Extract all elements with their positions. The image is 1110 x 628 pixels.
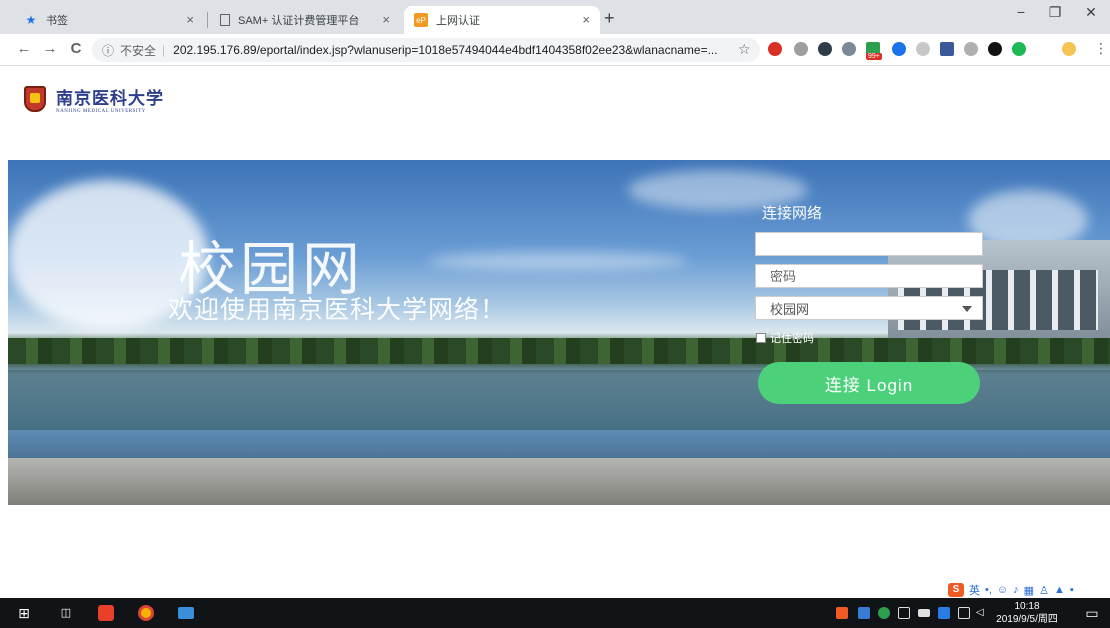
user-icon[interactable]: ♙ (1039, 584, 1049, 597)
close-window-button[interactable]: ✕ (1076, 4, 1106, 21)
username-input[interactable] (755, 232, 983, 256)
info-icon[interactable]: ⓘ (102, 42, 114, 59)
password-input[interactable] (755, 264, 983, 288)
star-icon: ★ (25, 13, 37, 27)
network-icon[interactable] (958, 607, 970, 619)
emoji-icon[interactable]: ☺ (997, 584, 1008, 596)
usb-icon[interactable] (898, 607, 910, 619)
close-icon[interactable]: × (382, 12, 390, 27)
chrome-icon[interactable] (138, 605, 154, 621)
cloud (428, 252, 688, 270)
ime-mode-label[interactable]: 英 (969, 582, 980, 598)
tab-sam-platform[interactable]: SAM+ 认证计费管理平台 × (210, 6, 400, 34)
tab-label: SAM+ 认证计费管理平台 (238, 15, 360, 27)
windows-taskbar: ⊞ ◫ ◁ 10:18 2019/9/5/周四 ▭ (0, 598, 1110, 628)
volume-icon[interactable]: ◁ (976, 607, 988, 619)
extension-icon[interactable] (988, 42, 1002, 56)
minimize-button[interactable]: − (1006, 4, 1036, 20)
tab-bookmarks[interactable]: ★ 书签 × (14, 6, 204, 34)
hero-subtitle: 欢迎使用南京医科大学网络！ (168, 295, 507, 324)
tab-label: 上网认证 (436, 15, 480, 27)
extension-icon[interactable] (940, 42, 954, 56)
extension-icon[interactable] (842, 42, 856, 56)
clock-time: 10:18 (1014, 601, 1040, 612)
extension-icon[interactable] (1012, 42, 1026, 56)
profile-avatar[interactable] (1062, 42, 1076, 56)
windows-start-icon[interactable]: ⊞ (16, 605, 32, 621)
tab-divider (207, 12, 208, 28)
clock-date: 2019/9/5/周四 (996, 614, 1058, 625)
login-form-title: 连接网络 (762, 205, 823, 222)
battery-icon[interactable] (918, 609, 930, 617)
toolbox-icon[interactable]: ▪ (1070, 584, 1074, 596)
tray-icon[interactable] (858, 607, 870, 619)
skin-icon[interactable]: ▲ (1054, 584, 1065, 596)
university-emblem-icon (24, 86, 46, 112)
address-divider: | (162, 43, 166, 57)
reload-button[interactable]: C (66, 40, 86, 57)
page-icon (220, 14, 230, 26)
new-tab-button[interactable]: + (604, 8, 615, 29)
remember-password-checkbox[interactable] (756, 333, 766, 343)
sogou-ime-icon[interactable]: S (948, 583, 964, 597)
tab-portal-login[interactable]: eP 上网认证 × (404, 6, 600, 34)
tree-line (8, 338, 1110, 364)
taskbar-clock[interactable]: 10:18 2019/9/5/周四 (996, 600, 1058, 626)
stone-railing (8, 458, 1110, 505)
remember-password[interactable]: 记住密码 (756, 330, 814, 346)
campus-building (888, 240, 1110, 350)
browser-menu-icon[interactable]: ⋮ (1094, 40, 1108, 57)
maximize-button[interactable]: ❐ (1040, 4, 1070, 21)
notification-icon[interactable]: ▭ (1084, 605, 1100, 621)
tray-icon[interactable] (938, 607, 950, 619)
service-select-value: 校园网 (770, 301, 810, 317)
extension-icon[interactable] (964, 42, 978, 56)
app-icon[interactable] (178, 607, 194, 619)
bookmark-star-icon[interactable]: ☆ (738, 41, 751, 58)
university-logo: 南京医科大学 NANJING MEDICAL UNIVERSITY (24, 84, 164, 114)
url-text[interactable]: 202.195.176.89/eportal/index.jsp?wlanuse… (173, 43, 717, 57)
back-button[interactable]: ← (14, 40, 34, 57)
hero-banner: 校园网 欢迎使用南京医科大学网络！ 连接网络 校园网 记住密码 连接 Login (8, 160, 1110, 505)
sogou-tray-icon[interactable] (836, 607, 848, 619)
task-view-icon[interactable]: ◫ (58, 605, 74, 621)
forward-button[interactable]: → (40, 40, 60, 57)
opera-extension-icon[interactable] (768, 42, 782, 56)
keyboard-icon[interactable]: ▦ (1024, 584, 1034, 597)
extension-icon[interactable] (916, 42, 930, 56)
browser-toolbar: ← → C ⓘ 不安全 | 202.195.176.89/eportal/ind… (0, 34, 1110, 66)
browser-tab-strip: ★ 书签 × SAM+ 认证计费管理平台 × eP 上网认证 × + − ❐ ✕ (0, 0, 1110, 34)
ime-toolbar: S 英 •, ☺ ♪ ▦ ♙ ▲ ▪ (948, 582, 1074, 598)
microphone-icon[interactable]: ♪ (1013, 584, 1019, 596)
remember-password-label: 记住密码 (770, 333, 814, 345)
netease-music-icon[interactable] (98, 605, 114, 621)
address-bar[interactable]: ⓘ 不安全 | 202.195.176.89/eportal/index.jsp… (92, 38, 760, 62)
service-select[interactable]: 校园网 (755, 296, 983, 320)
tab-label: 书签 (46, 15, 68, 27)
punctuation-icon[interactable]: •, (985, 584, 992, 596)
close-icon[interactable]: × (582, 12, 590, 27)
tray-icon[interactable] (878, 607, 890, 619)
university-name-zh: 南京医科大学 (56, 89, 164, 109)
chevron-down-icon (962, 306, 972, 312)
login-button[interactable]: 连接 Login (758, 362, 980, 404)
security-label: 不安全 (120, 43, 157, 58)
extension-badge: 99+ (866, 53, 882, 60)
ep-favicon-icon: eP (414, 13, 428, 27)
extension-icon[interactable] (794, 42, 808, 56)
close-icon[interactable]: × (186, 12, 194, 27)
extension-icon[interactable] (818, 42, 832, 56)
extension-icon[interactable] (892, 42, 906, 56)
university-name-en: NANJING MEDICAL UNIVERSITY (56, 109, 146, 114)
